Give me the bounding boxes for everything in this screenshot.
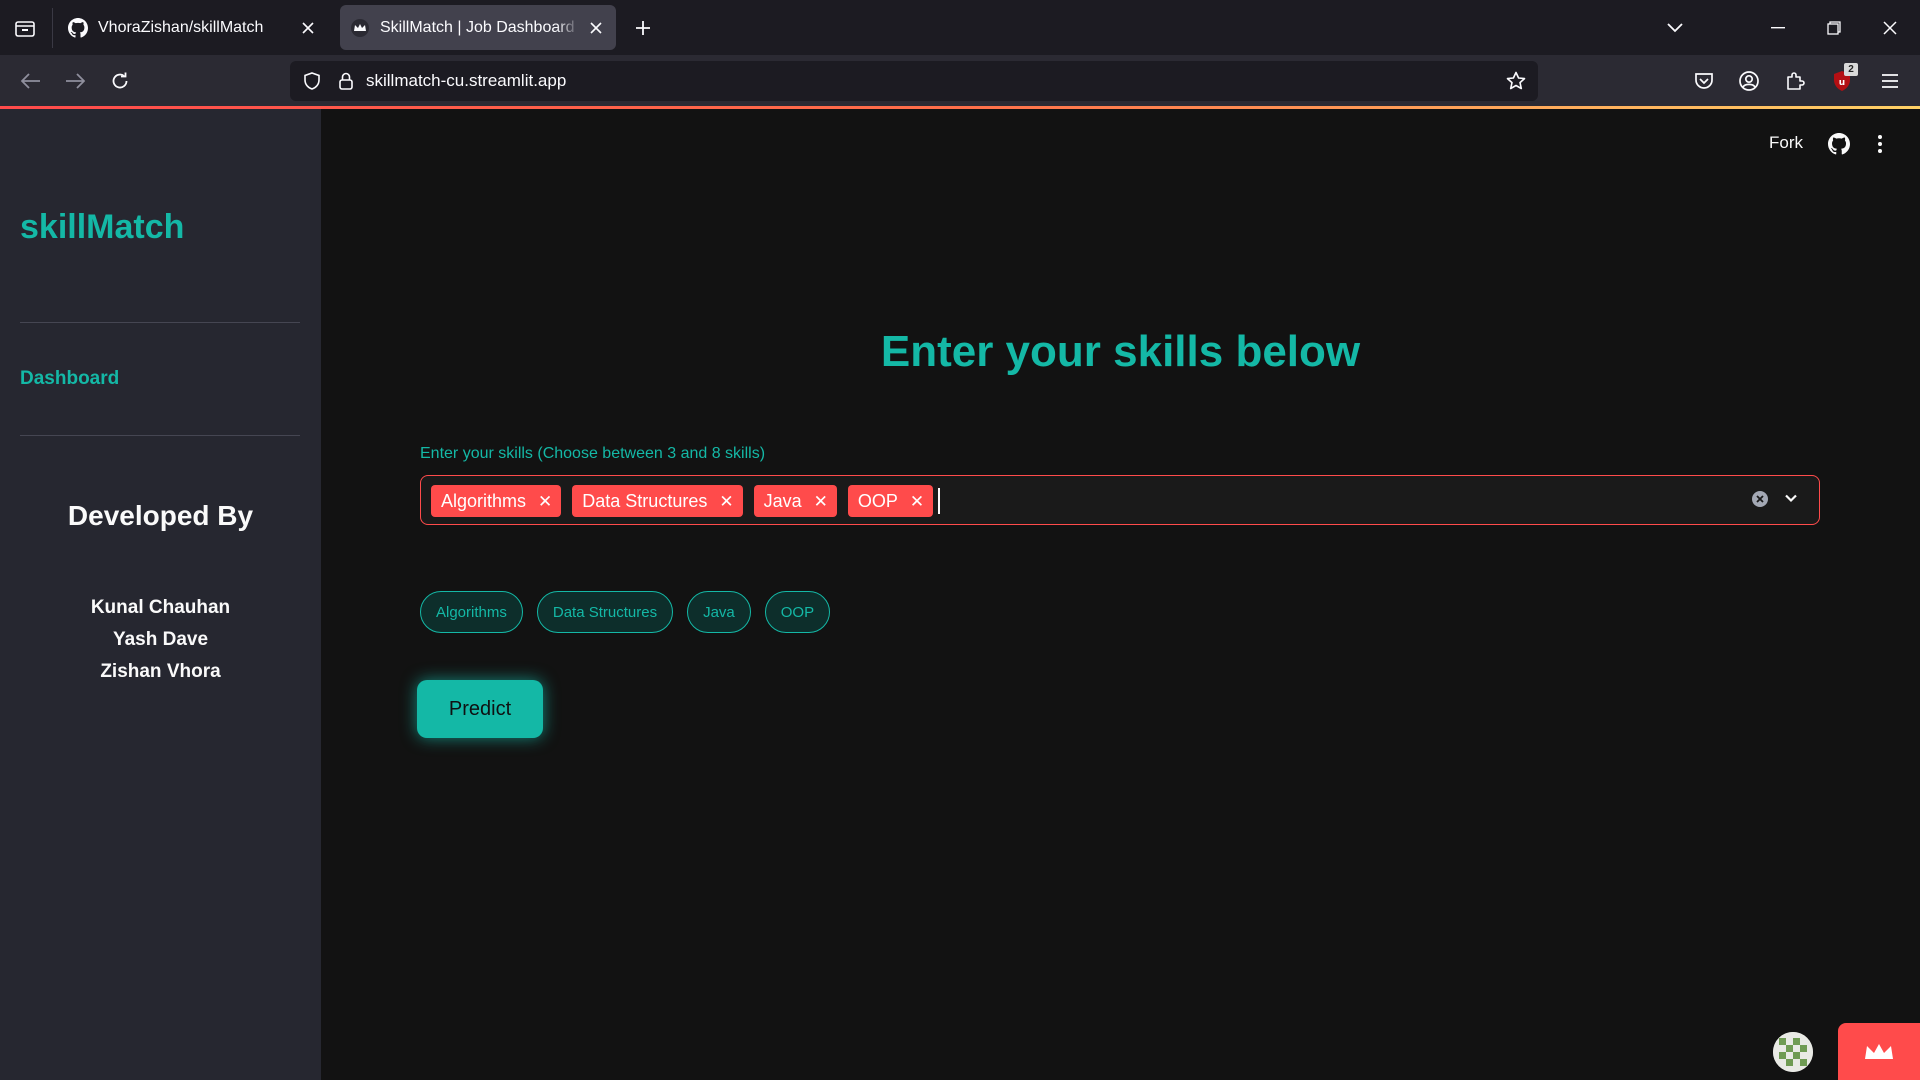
page-title: Enter your skills below — [880, 327, 1361, 376]
skill-pill: Data Structures — [536, 591, 674, 633]
chevron-down-icon[interactable] — [1781, 488, 1805, 512]
close-window-icon[interactable] — [1872, 14, 1908, 42]
sidebar: skillMatch Dashboard Developed By Kunal … — [0, 109, 321, 1080]
text-caret[interactable] — [938, 488, 940, 514]
chip-label: Java — [763, 490, 802, 511]
skill-chip: Java ✕ — [753, 485, 837, 517]
minimize-icon[interactable] — [1760, 14, 1796, 42]
remove-chip-icon[interactable]: ✕ — [538, 493, 552, 510]
avatar[interactable] — [1773, 1032, 1813, 1072]
tab-title: VhoraZishan/skillMatch — [98, 18, 264, 36]
skill-chip: OOP ✕ — [847, 485, 934, 517]
reload-icon[interactable] — [103, 64, 137, 98]
remove-chip-icon[interactable]: ✕ — [719, 493, 733, 510]
hamburger-menu-icon[interactable] — [1874, 65, 1906, 97]
developer-list: Kunal Chauhan Yash Dave Zishan Vhora — [0, 592, 321, 688]
tab-title: SkillMatch | Job Dashboard · Streamlit — [380, 18, 580, 36]
new-tab-icon[interactable] — [628, 14, 658, 42]
forward-arrow-icon[interactable] — [58, 64, 92, 98]
predict-button[interactable]: Predict — [417, 680, 543, 738]
streamlit-crown-icon — [350, 18, 370, 38]
pocket-icon[interactable] — [1688, 65, 1720, 97]
app-brand: skillMatch — [20, 208, 185, 246]
github-icon[interactable] — [1824, 129, 1854, 159]
chip-label: Data Structures — [582, 490, 708, 511]
svg-text:u: u — [1839, 78, 1845, 88]
developer-name: Kunal Chauhan — [90, 597, 231, 618]
sidebar-item-dashboard[interactable]: Dashboard — [20, 368, 119, 390]
tab-skillmatch[interactable]: SkillMatch | Job Dashboard · Streamlit — [340, 5, 616, 50]
back-arrow-icon[interactable] — [14, 64, 48, 98]
skill-pill: OOP — [764, 591, 831, 633]
ublock-shield-icon[interactable]: u 2 — [1826, 63, 1858, 97]
chip-label: OOP — [857, 490, 898, 511]
skill-pills: Algorithms Data Structures Java OOP — [420, 591, 831, 633]
lock-icon[interactable] — [332, 67, 360, 95]
restore-icon[interactable] — [1816, 14, 1852, 42]
tab-separator — [52, 8, 53, 48]
skills-field-label: Enter your skills (Choose between 3 and … — [420, 445, 766, 462]
url-text: skillmatch-cu.streamlit.app — [366, 71, 567, 90]
address-bar[interactable]: skillmatch-cu.streamlit.app — [290, 61, 1538, 101]
remove-chip-icon[interactable]: ✕ — [910, 493, 924, 510]
github-icon — [68, 17, 88, 38]
developer-name: Yash Dave — [112, 629, 209, 650]
browser-toolbar: skillmatch-cu.streamlit.app u 2 — [0, 55, 1920, 107]
developed-by-heading: Developed By — [67, 500, 254, 531]
firefox-view-icon[interactable] — [8, 12, 42, 44]
chevron-down-icon[interactable] — [1660, 14, 1690, 42]
skill-pill: Algorithms — [420, 591, 523, 633]
tab-github[interactable]: VhoraZishan/skillMatch — [58, 5, 328, 50]
more-options-icon[interactable] — [1867, 129, 1893, 159]
streamlit-app: skillMatch Dashboard Developed By Kunal … — [0, 109, 1920, 1080]
account-icon[interactable] — [1733, 65, 1765, 97]
clear-all-icon[interactable] — [1751, 490, 1771, 510]
main-content: Fork Enter your skills below Enter your … — [321, 109, 1920, 1080]
selected-skill-chips: Algorithms ✕ Data Structures ✕ Java ✕ OOP ✕ — [431, 485, 934, 517]
bookmark-star-icon[interactable] — [1502, 67, 1530, 95]
tracking-shield-icon[interactable] — [298, 67, 326, 95]
ublock-count-badge: 2 — [1844, 63, 1858, 76]
skills-multiselect[interactable]: Algorithms ✕ Data Structures ✕ Java ✕ OOP ✕ — [420, 475, 1820, 525]
fork-button[interactable]: Fork — [1769, 133, 1803, 153]
browser-tab-strip: VhoraZishan/skillMatch SkillMatch | Job … — [0, 0, 1920, 55]
divider — [20, 435, 300, 436]
close-tab-icon[interactable] — [586, 18, 606, 38]
developer-name: Zishan Vhora — [100, 661, 221, 682]
divider — [20, 322, 300, 323]
chip-label: Algorithms — [441, 490, 527, 511]
remove-chip-icon[interactable]: ✕ — [814, 493, 828, 510]
extensions-puzzle-icon[interactable] — [1779, 65, 1811, 97]
streamlit-crown-icon[interactable] — [1838, 1023, 1920, 1080]
skill-chip: Data Structures ✕ — [572, 485, 743, 517]
skill-pill: Java — [687, 591, 751, 633]
close-tab-icon[interactable] — [298, 18, 318, 38]
skill-chip: Algorithms ✕ — [431, 485, 562, 517]
